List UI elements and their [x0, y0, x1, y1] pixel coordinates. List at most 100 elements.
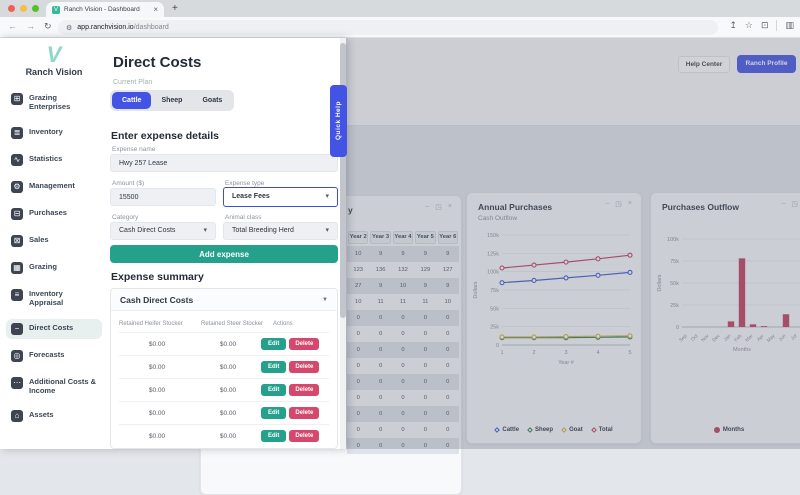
- delete-button[interactable]: Delete: [289, 361, 319, 373]
- site-settings-icon[interactable]: ⚙: [66, 24, 72, 32]
- sidebar-item-statistics[interactable]: ∿Statistics: [6, 150, 102, 170]
- edit-button[interactable]: Edit: [261, 361, 286, 373]
- help-center-button[interactable]: Help Center: [678, 56, 730, 73]
- expand-icon[interactable]: ◳: [791, 200, 798, 208]
- svg-text:4: 4: [596, 350, 599, 356]
- tab-sheep[interactable]: Sheep: [151, 92, 192, 109]
- sidebar-item-forecasts[interactable]: ◎Forecasts: [6, 346, 102, 366]
- svg-text:3: 3: [564, 350, 567, 356]
- table-row: 00000: [347, 406, 459, 422]
- delete-button[interactable]: Delete: [289, 338, 319, 350]
- window-close-button[interactable]: [8, 5, 15, 12]
- sidebar-item-inventory[interactable]: ≣Inventory: [6, 123, 102, 143]
- year-column-header: Year 2: [348, 231, 368, 244]
- filter-icon[interactable]: ▼: [322, 297, 328, 303]
- svg-text:100k: 100k: [487, 270, 499, 276]
- back-icon[interactable]: ←: [8, 21, 17, 32]
- window-zoom-button[interactable]: [32, 5, 39, 12]
- ranch-profile-button[interactable]: Ranch Profile: [737, 55, 796, 73]
- grid-icon: ⊞: [11, 93, 23, 105]
- url-bar[interactable]: ⚙ app.ranchvision.io/dashboard: [58, 20, 718, 35]
- table-row: $0.00$0.00EditDelete: [119, 355, 329, 378]
- svg-text:Dec: Dec: [711, 333, 722, 344]
- svg-text:Sep: Sep: [678, 333, 689, 344]
- edit-button[interactable]: Edit: [261, 338, 286, 350]
- sidebar-item-direct-costs[interactable]: −Direct Costs: [6, 319, 102, 339]
- legend-sheep[interactable]: Sheep: [528, 427, 553, 433]
- sidebar-item-additional-costs-income[interactable]: ⋯Additional Costs & Income: [6, 373, 102, 400]
- table-row: 109999: [347, 246, 459, 262]
- tab-close-icon[interactable]: ×: [153, 5, 158, 14]
- quick-help-button[interactable]: Quick Help: [330, 85, 347, 157]
- legend-cattle[interactable]: Cattle: [495, 427, 519, 433]
- edit-button[interactable]: Edit: [261, 430, 286, 442]
- tab-goats[interactable]: Goats: [192, 92, 232, 109]
- close-icon[interactable]: ×: [628, 200, 632, 208]
- table-row: 2791099: [347, 278, 459, 294]
- add-expense-button[interactable]: Add expense: [110, 245, 338, 263]
- forward-icon[interactable]: →: [26, 21, 35, 32]
- heifer-value: $0.00: [119, 341, 195, 348]
- svg-text:May: May: [766, 333, 777, 344]
- expand-icon[interactable]: ◳: [615, 200, 622, 208]
- category-select[interactable]: Cash Direct Costs ▾: [110, 222, 216, 240]
- svg-text:150k: 150k: [487, 233, 499, 239]
- legend-total[interactable]: Total: [592, 427, 613, 433]
- animal-class-select[interactable]: Total Breeding Herd ▾: [223, 222, 338, 240]
- sidebar-item-assets[interactable]: ⌂Assets: [6, 406, 102, 426]
- year-column-header: Year 4: [393, 231, 413, 244]
- reload-icon[interactable]: ↻: [44, 21, 52, 32]
- sidebar-item-sales[interactable]: ⊠Sales: [6, 231, 102, 251]
- current-plan-label: Current Plan: [113, 79, 152, 86]
- amount-input[interactable]: [110, 188, 216, 206]
- delete-button[interactable]: Delete: [289, 407, 319, 419]
- legend-goat[interactable]: Goat: [562, 427, 583, 433]
- expand-icon[interactable]: ◳: [435, 203, 442, 211]
- svg-text:Nov: Nov: [700, 333, 711, 344]
- extension-icon[interactable]: ⊡: [761, 20, 769, 31]
- tab-title: Ranch Vision - Dashboard: [64, 6, 149, 13]
- steer-value: $0.00: [195, 364, 261, 371]
- tab-cattle[interactable]: Cattle: [112, 92, 151, 109]
- close-icon[interactable]: ×: [448, 203, 452, 211]
- category-label: Category: [112, 214, 138, 221]
- new-tab-button[interactable]: +: [172, 3, 178, 14]
- table-row: 00000: [347, 310, 459, 326]
- svg-text:Dollars: Dollars: [473, 281, 479, 298]
- toolbar-separator: [776, 20, 777, 31]
- minimize-icon[interactable]: –: [605, 200, 609, 208]
- home-icon: ⌂: [11, 410, 23, 422]
- table-row: $0.00$0.00EditDelete: [119, 401, 329, 424]
- minimize-icon[interactable]: –: [781, 200, 785, 208]
- direct-costs-panel: V Ranch Vision ⊞Grazing Enterprises≣Inve…: [0, 38, 346, 449]
- sidebar-item-label: Forecasts: [29, 350, 97, 359]
- profile-icon[interactable]: ▥: [785, 20, 794, 31]
- sidebar-item-management[interactable]: ⚙Management: [6, 177, 102, 197]
- table-row: 123136132129127: [347, 262, 459, 278]
- expense-name-label: Expense name: [112, 146, 155, 153]
- sidebar-item-grazing[interactable]: ▦Grazing: [6, 258, 102, 278]
- delete-button[interactable]: Delete: [289, 384, 319, 396]
- browser-tab[interactable]: V Ranch Vision - Dashboard ×: [46, 2, 164, 17]
- edit-button[interactable]: Edit: [261, 407, 286, 419]
- window-minimize-button[interactable]: [20, 5, 27, 12]
- sidebar-item-grazing-enterprises[interactable]: ⊞Grazing Enterprises: [6, 89, 102, 116]
- bookmark-star-icon[interactable]: ☆: [745, 20, 753, 31]
- cash-direct-costs-group: Cash Direct Costs ▼ Retained Heifer Stoc…: [110, 288, 338, 449]
- sidebar-item-purchases[interactable]: ⊟Purchases: [6, 204, 102, 224]
- sidebar-item-label: Inventory: [29, 127, 97, 136]
- annual-purchases-legend: Cattle Sheep Goat Total: [467, 427, 641, 433]
- delete-button[interactable]: Delete: [289, 430, 319, 442]
- minimize-icon[interactable]: –: [425, 203, 429, 211]
- expense-name-input[interactable]: [110, 154, 338, 172]
- legend-months[interactable]: Months: [714, 427, 744, 433]
- edit-button[interactable]: Edit: [261, 384, 286, 396]
- expense-type-select[interactable]: Lease Fees ▾: [223, 187, 338, 207]
- group-header[interactable]: Cash Direct Costs ▼: [111, 289, 337, 311]
- sidebar-item-inventory-appraisal[interactable]: ≡Inventory Appraisal: [6, 285, 102, 312]
- sidebar-item-label: Direct Costs: [29, 323, 97, 332]
- svg-text:25k: 25k: [490, 325, 499, 331]
- svg-text:75k: 75k: [670, 259, 679, 265]
- share-icon[interactable]: ↥: [729, 20, 737, 31]
- sidebar-item-label: Grazing: [29, 262, 97, 271]
